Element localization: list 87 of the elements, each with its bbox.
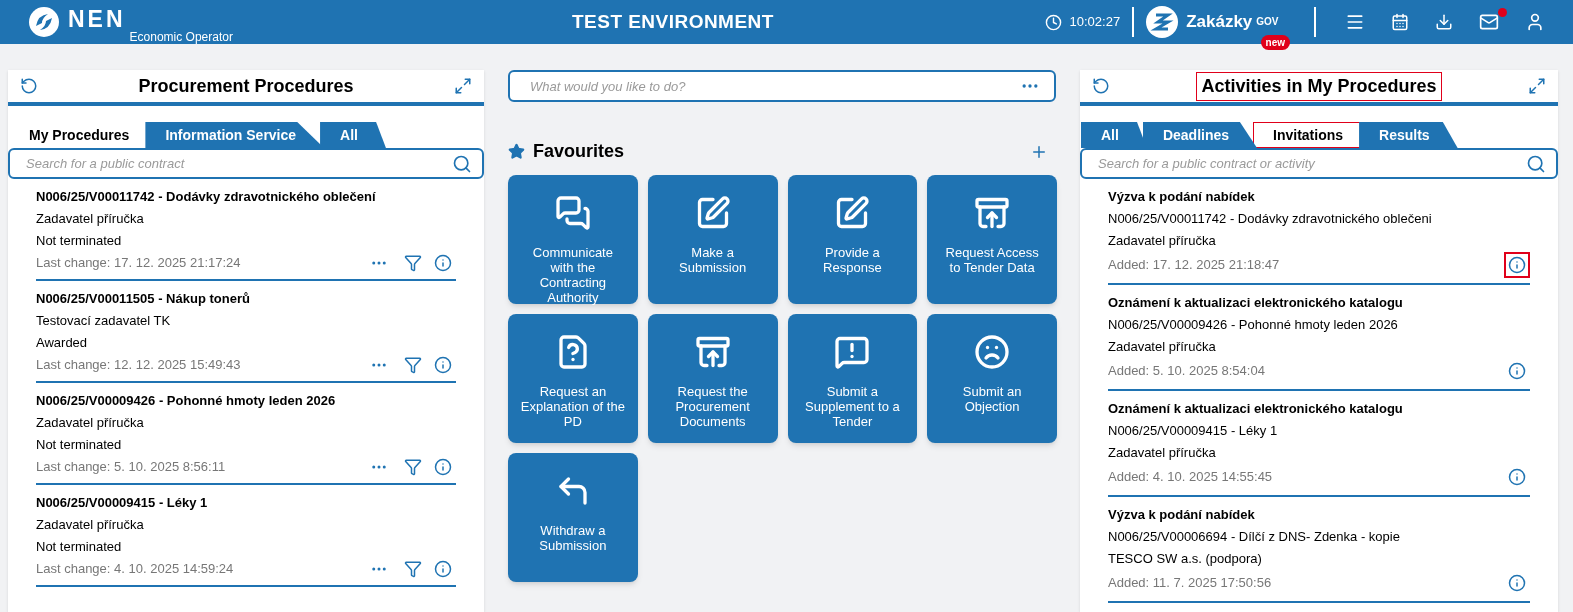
favourite-tile[interactable]: Make a Submission [647,175,778,304]
chat-icon [554,195,591,231]
calendar-icon[interactable] [1391,13,1409,31]
logo-icon[interactable] [28,6,60,39]
procedure-title[interactable]: N006/25/V00011505 - Nákup tonerů [36,288,456,310]
filter-icon[interactable] [404,254,422,272]
search-icon[interactable] [452,154,472,174]
info-icon[interactable] [434,560,452,578]
info-icon[interactable] [434,254,452,272]
procedure-title[interactable]: N006/25/V00009415 - Léky 1 [36,492,456,514]
favourite-tile[interactable]: Submit an Objection [927,314,1057,443]
status-text: Not terminated [36,538,123,556]
authority-text: TESCO SW a.s. (podpora) [1108,550,1263,568]
favourite-tile[interactable]: Provide a Response [787,175,918,304]
expand-icon[interactable] [454,77,472,95]
alert-icon [834,334,871,370]
refresh-icon[interactable] [20,77,38,95]
info-icon[interactable] [1504,252,1530,278]
favourite-tile[interactable]: Request an Explanation of the PD [508,314,638,443]
authority-text: Zadavatel příručka [36,210,145,228]
refresh-icon[interactable] [1092,77,1110,95]
menu-icon[interactable] [1345,12,1365,32]
portal-logo-icon[interactable] [1146,6,1179,38]
favourite-tile[interactable]: Request the Procurement Documents [647,314,778,443]
filter-icon[interactable] [404,356,422,374]
activity-title[interactable]: Oznámení k aktualizaci elektronického katalogu [1108,292,1530,314]
star-icon [508,143,525,160]
info-icon[interactable] [434,458,452,476]
tab[interactable]: Deadlines [1142,122,1258,148]
filter-icon[interactable] [404,560,422,578]
info-icon[interactable] [434,356,452,374]
status-text: Not terminated [36,436,123,454]
favourites-title: Favourites [533,140,626,163]
authority-text: Zadavatel příručka [1108,232,1217,250]
activity-title[interactable]: Výzva k podání nabídek [1108,504,1530,526]
filter-icon[interactable] [404,458,422,476]
panel-title: Procurement Procedures [137,74,355,98]
favourite-tile[interactable]: Submit a Supplement to a Tender [787,314,918,443]
portal-name[interactable]: Zakázky [1186,9,1253,35]
upload-icon [694,334,731,370]
expand-icon[interactable] [1528,77,1546,95]
activity-title[interactable]: Výzva k podání nabídek [1108,186,1530,208]
new-badge: new [1260,35,1290,50]
procedure-text: N006/25/V00006694 - Dílčí z DNS- Zdenka - kopie [1108,528,1401,546]
procedure-text: N006/25/V00009426 - Pohonné hmoty leden 2026 [1108,316,1399,334]
procedure-text: N006/25/V00009415 - Léky 1 [1108,422,1279,440]
status-text: Awarded [36,334,89,352]
last-change-text: Last change: 5. 10. 2025 8:56:11 [36,458,227,476]
environment-label: TEST ENVIRONMENT [571,9,775,34]
edit-icon [834,195,871,231]
added-text: Added: 5. 10. 2025 8:54:04 [1108,362,1266,380]
tab[interactable]: Results [1359,122,1458,148]
tab[interactable]: All [320,122,386,148]
upload-icon [974,195,1011,231]
favourite-tile[interactable]: Communicate with the Contracting Authority [508,175,638,304]
favourite-tile[interactable]: Withdraw a Submission [508,453,638,582]
brand-name: NEN [68,4,126,34]
search-icon[interactable] [1526,154,1546,174]
brand-subtitle: Economic Operator [129,29,233,47]
added-text: Added: 4. 10. 2025 14:55:45 [1108,468,1274,486]
authority-text: Zadavatel příručka [36,414,145,432]
search-field[interactable]: Search for a public contract or activity [1080,148,1558,179]
authority-text: Zadavatel příručka [1108,338,1217,356]
last-change-text: Last change: 12. 12. 2025 15:49:43 [36,356,242,374]
procedure-title[interactable]: N006/25/V00011742 - Dodávky zdravotnického oblečení [36,186,456,208]
authority-text: Zadavatel příručka [36,516,145,534]
last-change-text: Last change: 4. 10. 2025 14:59:24 [36,560,235,578]
added-text: Added: 11. 7. 2025 17:50:56 [1108,574,1273,592]
favourite-tile[interactable]: Request Access to Tender Data [927,175,1057,304]
authority-text: Zadavatel příručka [1108,444,1217,462]
time-text: 10:02:27 [1069,13,1121,32]
last-change-text: Last change: 17. 12. 2025 21:17:24 [36,254,242,272]
search-field[interactable]: Search for a public contract [8,148,484,179]
authority-text: Testovací zadavatel TK [36,312,172,330]
panel-title: Activities in My Procedures [1197,72,1441,100]
user-icon[interactable] [1525,12,1545,32]
mail-icon[interactable] [1479,12,1499,32]
portal-superscript: GOV [1256,15,1279,29]
status-text: Not terminated [36,232,123,250]
action-search-field[interactable]: What would you like to do? [508,70,1056,102]
procedure-title[interactable]: N006/25/V00009426 - Pohonné hmoty leden 2026 [36,390,456,412]
clock-icon [1044,13,1062,31]
activity-title[interactable]: Oznámení k aktualizaci elektronického katalogu [1108,398,1530,420]
download-icon[interactable] [1435,13,1453,31]
procedure-text: N006/25/V00011742 - Dodávky zdravotnického oblečeni [1108,210,1433,228]
sad-icon [974,334,1011,370]
added-text: Added: 17. 12. 2025 21:18:47 [1108,256,1281,274]
